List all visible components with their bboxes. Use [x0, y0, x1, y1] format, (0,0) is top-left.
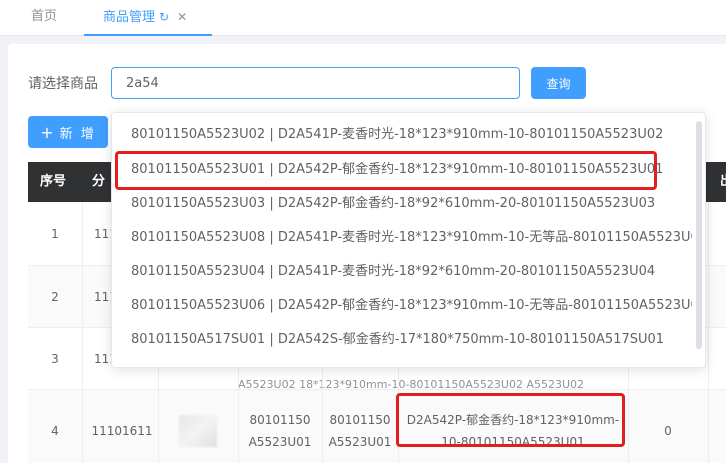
row-index: 3	[51, 351, 59, 366]
suggestion-item[interactable]: 80101150A5523U02 | D2A541P-麦香时光-18*123*9…	[112, 118, 692, 152]
suggestion-item[interactable]: 80101150A517SU01 | D2A542S-郁金香约-17*180*7…	[112, 323, 692, 357]
header-category: 分	[92, 174, 106, 189]
suggestion-item[interactable]: 80101150A5523U08 | D2A541P-麦香时光-18*123*9…	[112, 221, 692, 255]
query-button[interactable]: 查询	[531, 67, 586, 99]
product-suggestions-dropdown: 80101150A5523U02 | D2A541P-麦香时光-18*123*9…	[111, 112, 706, 368]
suggestion-item[interactable]: 80101150A5523U01 | D2A542P-郁金香约-18*123*9…	[112, 153, 692, 187]
column-divider	[708, 202, 709, 463]
search-label: 请选择商品	[28, 76, 98, 92]
row-quantity: 0	[664, 423, 672, 438]
tab-home[interactable]: 首页	[31, 0, 57, 36]
suggestion-item[interactable]: 80101150A5523U06 | D2A542P-郁金香约-18*123*9…	[112, 289, 692, 323]
product-thumbnail	[179, 414, 217, 447]
row-code: 11101611	[91, 423, 153, 438]
dropdown-scrollbar[interactable]	[696, 121, 702, 349]
tab-goods-label: 商品管理	[103, 10, 156, 25]
row-description: D2A542P-郁金香约-18*123*910mm-10-80101150A55…	[406, 412, 620, 449]
row-index: 2	[51, 289, 59, 304]
header-index: 序号	[40, 174, 67, 189]
header-out: 出	[720, 162, 726, 202]
close-icon[interactable]: ✕	[177, 10, 187, 24]
row-image	[158, 390, 238, 463]
tab-bar: 首页 商品管理 ↻ ✕	[0, 0, 726, 36]
add-button-label: 新 增	[59, 126, 96, 142]
tab-goods-management[interactable]: 商品管理 ↻ ✕	[84, 0, 212, 36]
refresh-icon[interactable]: ↻	[159, 10, 169, 24]
row-col4: 80101150A5523U01	[328, 412, 392, 449]
row-index: 4	[51, 423, 59, 438]
plus-icon: +	[40, 122, 56, 142]
add-button[interactable]: + 新 增	[28, 116, 108, 148]
product-search-input[interactable]	[111, 67, 520, 99]
suggestion-item[interactable]: 80101150A5523U04 | D2A541P-麦香时光-18*92*61…	[112, 255, 692, 289]
row-col3: 80101150A5523U01	[248, 412, 312, 449]
table-row[interactable]: 4 11101611 80101150A5523U01 80101150A552…	[28, 390, 726, 463]
suggestion-item[interactable]: 80101150A5523U03 | D2A542P-郁金香约-18*92*61…	[112, 187, 692, 221]
row-index: 1	[51, 226, 59, 241]
column-divider	[82, 202, 83, 463]
